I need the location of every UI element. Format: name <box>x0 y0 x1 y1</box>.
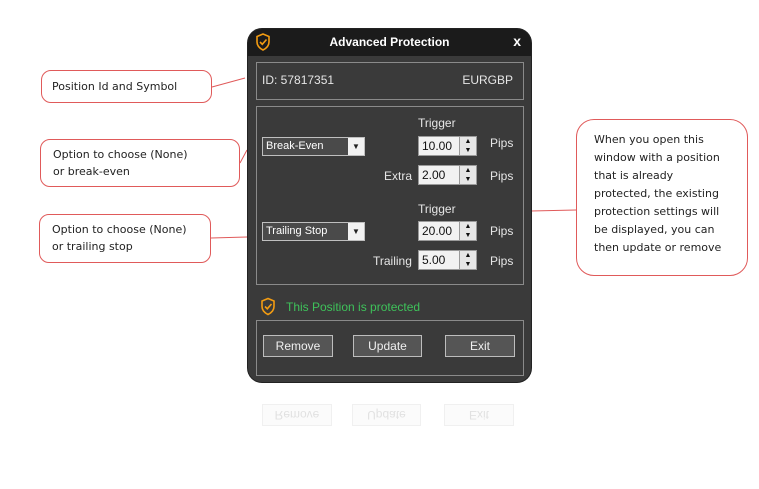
callout-trailing-stop: Option to choose (None) or trailing stop <box>39 214 211 263</box>
exit-button[interactable]: Exit <box>445 335 515 357</box>
chevron-down-icon: ▼ <box>348 138 364 155</box>
trailing-trigger-stepper[interactable]: 20.00 ▲ ▼ <box>418 221 477 241</box>
callout-line: protected, the existing <box>594 187 719 200</box>
remove-button-reflection: Remove <box>262 404 332 426</box>
trailing-trigger-value: 20.00 <box>422 224 453 238</box>
trailing-stop-select[interactable]: Trailing Stop ▼ <box>262 222 365 241</box>
position-id: ID: 57817351 <box>262 73 335 87</box>
callout-line: or break-even <box>53 165 130 178</box>
callout-line: or trailing stop <box>52 240 133 253</box>
callout-line: When you open this <box>594 133 704 146</box>
title-bar[interactable]: Advanced Protection x <box>248 29 531 56</box>
protection-status-text: This Position is protected <box>286 300 421 314</box>
close-button[interactable]: x <box>513 33 521 49</box>
spin-arrows-icon[interactable]: ▲ ▼ <box>459 137 476 155</box>
callout-line: Option to choose (None) <box>53 148 188 161</box>
position-symbol: EURGBP <box>462 73 513 87</box>
trailing-trigger-unit: Pips <box>490 224 514 238</box>
advanced-protection-window: Advanced Protection x ID: 57817351 EURGB… <box>248 29 531 382</box>
break-even-extra-unit: Pips <box>490 169 514 183</box>
break-even-select-value: Break-Even <box>266 140 324 152</box>
remove-button[interactable]: Remove <box>263 335 333 357</box>
callout-line: window with a position <box>594 151 720 164</box>
break-even-extra-stepper[interactable]: 2.00 ▲ ▼ <box>418 165 477 185</box>
callout-line: then update or remove <box>594 241 722 254</box>
break-even-extra-value: 2.00 <box>422 168 446 182</box>
trailing-distance-unit: Pips <box>490 254 514 268</box>
exit-button-reflection: Exit <box>444 404 514 426</box>
break-even-trigger-unit: Pips <box>490 136 514 150</box>
chevron-down-icon: ▼ <box>348 223 364 240</box>
break-even-trigger-stepper[interactable]: 10.00 ▲ ▼ <box>418 136 477 156</box>
callout-text: Position Id and Symbol <box>52 80 178 93</box>
position-panel: ID: 57817351 EURGBP <box>256 62 524 100</box>
callout-line: protection settings will <box>594 205 720 218</box>
trailing-trigger-label: Trigger <box>418 202 456 216</box>
update-button[interactable]: Update <box>353 335 422 357</box>
spin-arrows-icon[interactable]: ▲ ▼ <box>459 166 476 184</box>
callout-line: that is already <box>594 169 674 182</box>
window-reflection: Remove Update Exit <box>248 384 531 444</box>
callout-position-id: Position Id and Symbol <box>41 70 212 103</box>
trailing-distance-label: Trailing <box>373 254 412 268</box>
callout-existing-protection: When you open this window with a positio… <box>576 119 748 276</box>
action-buttons-panel: Remove Update Exit <box>256 320 524 376</box>
break-even-trigger-label: Trigger <box>418 116 456 130</box>
callout-line: be displayed, you can <box>594 223 715 236</box>
callout-line: Option to choose (None) <box>52 223 187 236</box>
break-even-select[interactable]: Break-Even ▼ <box>262 137 365 156</box>
update-button-reflection: Update <box>352 404 421 426</box>
callout-break-even: Option to choose (None) or break-even <box>40 139 240 187</box>
spin-arrows-icon[interactable]: ▲ ▼ <box>459 222 476 240</box>
shield-check-icon <box>261 297 275 316</box>
spin-arrows-icon[interactable]: ▲ ▼ <box>459 251 476 269</box>
trailing-distance-stepper[interactable]: 5.00 ▲ ▼ <box>418 250 477 270</box>
window-title: Advanced Protection <box>329 35 450 49</box>
break-even-extra-label: Extra <box>384 169 413 183</box>
trailing-select-value: Trailing Stop <box>266 225 328 237</box>
trailing-distance-value: 5.00 <box>422 253 446 267</box>
protection-options-panel: Trigger Break-Even ▼ 10.00 ▲ ▼ Pips Extra… <box>256 106 524 285</box>
break-even-trigger-value: 10.00 <box>422 139 453 153</box>
